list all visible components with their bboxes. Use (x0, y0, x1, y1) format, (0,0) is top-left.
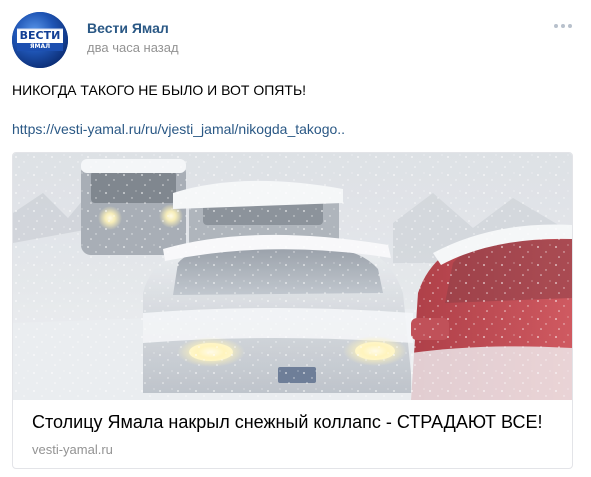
post-text: НИКОГДА ТАКОГО НЕ БЫЛО И ВОТ ОПЯТЬ! (12, 82, 307, 98)
avatar-logo-text: ВЕСТИ (19, 29, 61, 42)
more-options-button[interactable] (551, 18, 575, 34)
avatar[interactable]: ВЕСТИ ЯМАЛ (12, 12, 68, 68)
post-link[interactable]: https://vesti-yamal.ru/ru/vjesti_jamal/n… (12, 121, 345, 137)
card-image[interactable] (13, 153, 572, 400)
card-title[interactable]: Столицу Ямала накрыл снежный коллапс - С… (32, 412, 542, 433)
post: ВЕСТИ ЯМАЛ Вести Ямал два часа назад НИК… (0, 0, 591, 477)
link-card[interactable]: Столицу Ямала накрыл снежный коллапс - С… (12, 152, 573, 469)
avatar-logo-subtext: ЯМАЛ (29, 43, 51, 50)
post-time[interactable]: два часа назад (87, 40, 179, 55)
snowy-road-cars-photo (13, 153, 572, 400)
author-name[interactable]: Вести Ямал (87, 20, 169, 36)
card-domain: vesti-yamal.ru (32, 442, 113, 457)
ellipsis-icon (554, 24, 572, 28)
